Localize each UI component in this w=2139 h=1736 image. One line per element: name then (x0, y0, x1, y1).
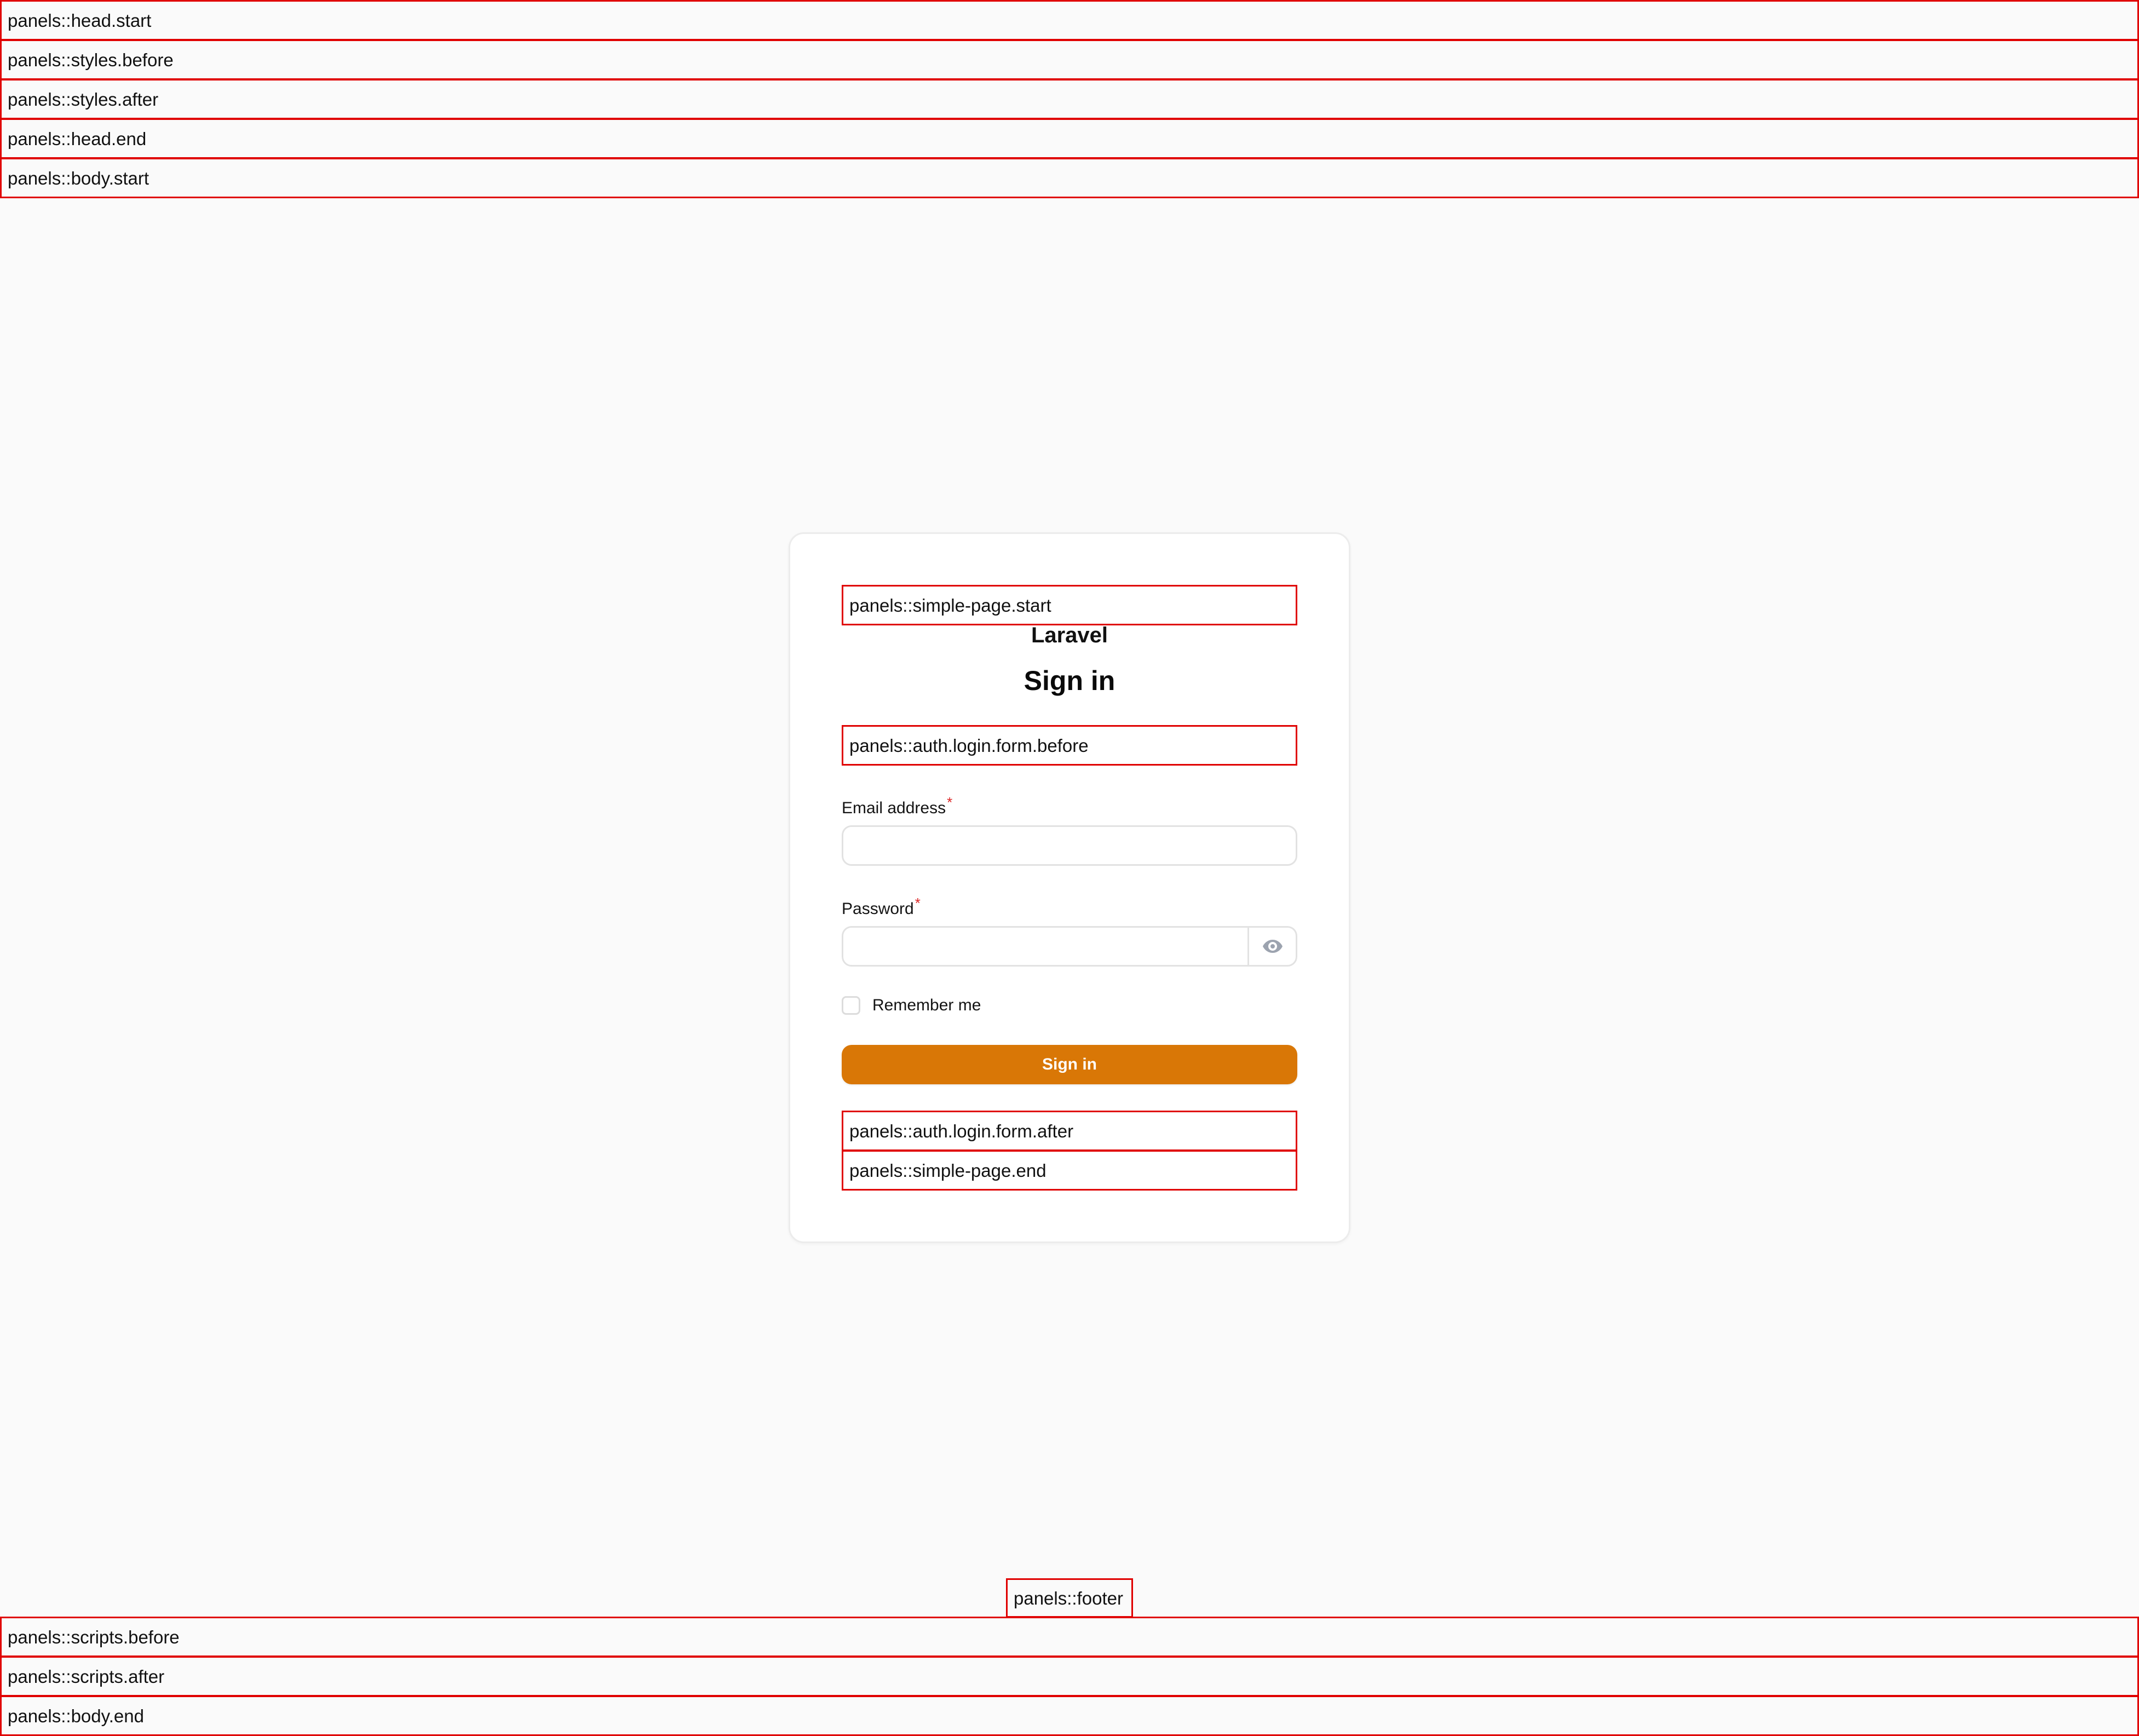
email-label-text: Email address (842, 799, 946, 817)
hook-head-start: panels::head.start (0, 0, 2139, 41)
eye-icon (1262, 940, 1283, 953)
hook-login-form-before: panels::auth.login.form.before (842, 725, 1297, 766)
remember-me-checkbox[interactable] (842, 996, 860, 1015)
hook-body-end: panels::body.end (0, 1695, 2139, 1736)
email-field[interactable] (843, 827, 1296, 864)
remember-me-label[interactable]: Remember me (872, 996, 981, 1015)
hook-styles-after: panels::styles.after (0, 79, 2139, 119)
password-label: Password* (842, 895, 921, 918)
email-label: Email address* (842, 794, 952, 818)
page-title: Sign in (1024, 665, 1116, 696)
sign-in-button[interactable]: Sign in (842, 1045, 1297, 1084)
hook-head-end: panels::head.end (0, 118, 2139, 159)
brand-name: Laravel (1031, 623, 1108, 647)
hook-scripts-after: panels::scripts.after (0, 1656, 2139, 1697)
password-label-text: Password (842, 900, 914, 918)
required-marker: * (915, 895, 921, 911)
required-marker: * (947, 794, 953, 810)
hook-login-form-after: panels::auth.login.form.after (842, 1111, 1297, 1151)
hook-scripts-before: panels::scripts.before (0, 1617, 2139, 1657)
password-field-wrapper (842, 926, 1297, 967)
reveal-password-button[interactable] (1247, 928, 1296, 965)
hook-body-start: panels::body.start (0, 158, 2139, 198)
email-field-wrapper (842, 825, 1297, 866)
remember-me-row: Remember me (842, 995, 981, 1016)
password-field[interactable] (843, 928, 1247, 965)
hook-footer: panels::footer (1006, 1578, 1133, 1618)
hook-simple-page-end: panels::simple-page.end (842, 1150, 1297, 1191)
hook-simple-page-start: panels::simple-page.start (842, 585, 1297, 625)
hook-styles-before: panels::styles.before (0, 39, 2139, 80)
